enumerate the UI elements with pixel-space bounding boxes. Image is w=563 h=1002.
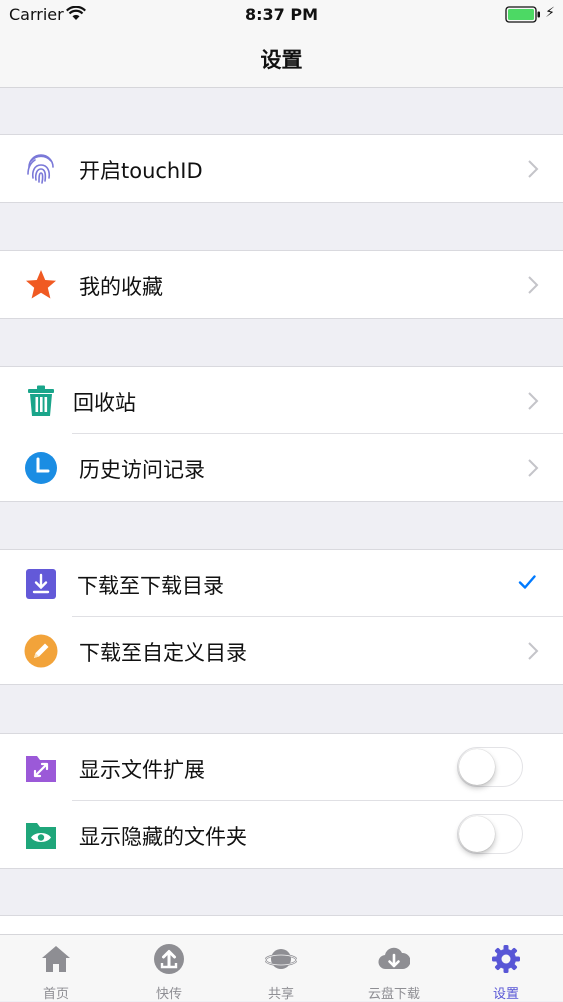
row-favorites[interactable]: 我的收藏 [0, 251, 563, 318]
fingerprint-icon [27, 154, 54, 184]
chevron-right-icon [528, 392, 539, 410]
download-default-label: 下载至下载目录 [77, 574, 224, 598]
trash-icon [28, 385, 54, 416]
tab-share-label: 共享 [267, 987, 294, 1002]
history-label: 历史访问记录 [79, 458, 205, 482]
recycle-label: 回收站 [73, 391, 136, 415]
tab-cloud-download-label: 云盘下载 [367, 987, 420, 1002]
folder-expand-icon [26, 756, 56, 782]
nav-bar: 设置 [0, 30, 563, 88]
gear-icon [492, 945, 520, 973]
tab-home[interactable]: 首页 [0, 935, 112, 1002]
touchid-label: 开启touchID [79, 159, 203, 183]
row-touchid[interactable]: 开启touchID [0, 135, 563, 202]
home-icon [42, 946, 70, 972]
chevron-right-icon [528, 459, 539, 477]
status-bar: Carrier 8:37 PM ⚡ [0, 0, 563, 30]
upload-icon [154, 944, 184, 974]
row-download-custom[interactable]: 下载至自定义目录 [0, 617, 563, 684]
tab-transfer-label: 快传 [155, 987, 182, 1002]
toggle-knob [459, 816, 495, 852]
tab-settings[interactable]: 设置 [450, 935, 562, 1002]
tab-cloud-download[interactable]: 云盘下载 [338, 935, 450, 1002]
battery-icon [505, 6, 540, 23]
show-extension-toggle[interactable] [457, 747, 523, 787]
page-title: 设置 [260, 48, 303, 72]
row-download-default[interactable]: 下载至下载目录 [0, 550, 563, 617]
chevron-right-icon [528, 642, 539, 660]
folder-eye-icon [26, 823, 56, 849]
pencil-icon [24, 634, 58, 668]
star-icon [26, 270, 56, 299]
tab-transfer[interactable]: 快传 [113, 935, 225, 1002]
row-show-hidden: 显示隐藏的文件夹 [0, 801, 563, 868]
tab-home-label: 首页 [42, 987, 69, 1002]
cloud-download-icon [378, 947, 410, 970]
tab-share[interactable]: 共享 [225, 935, 337, 1002]
group-security: 开启touchID [0, 134, 563, 203]
toggle-knob [459, 749, 495, 785]
row-show-extension: 显示文件扩展 [0, 734, 563, 801]
tab-settings-label: 设置 [492, 987, 519, 1002]
group-download: 下载至下载目录 下载至自定义目录 [0, 549, 563, 685]
group-favorites: 我的收藏 [0, 250, 563, 319]
planet-icon [265, 949, 297, 969]
favorites-label: 我的收藏 [79, 275, 163, 299]
download-folder-icon [26, 569, 56, 599]
chevron-right-icon [528, 276, 539, 294]
show-hidden-label: 显示隐藏的文件夹 [79, 825, 247, 849]
clock: 8:37 PM [244, 5, 318, 24]
download-custom-label: 下载至自定义目录 [79, 641, 247, 665]
group-display: 显示文件扩展 显示隐藏的文件夹 [0, 733, 563, 869]
checkmark-icon [518, 575, 536, 589]
row-recycle[interactable]: 回收站 [0, 367, 563, 434]
chevron-right-icon [528, 160, 539, 178]
clock-icon [25, 452, 57, 484]
group-records: 回收站 历史访问记录 [0, 366, 563, 502]
row-history[interactable]: 历史访问记录 [0, 434, 563, 501]
charging-icon: ⚡ [545, 5, 555, 21]
tab-bar: 首页 快传 共享 云盘下载 设置 [0, 934, 563, 1002]
show-extension-label: 显示文件扩展 [79, 758, 205, 782]
show-hidden-toggle[interactable] [457, 814, 523, 854]
